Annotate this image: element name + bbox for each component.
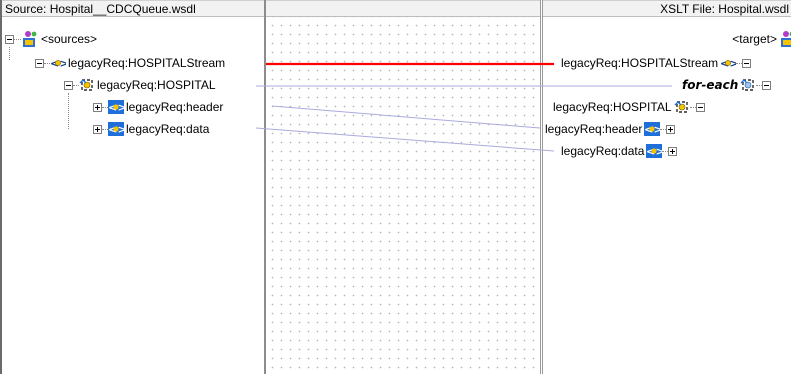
- tree-connector: [68, 93, 69, 129]
- tree-node-label: legacyReq:header: [545, 122, 643, 136]
- source-panel: Source: Hospital__CDCQueue.wsdl <sources…: [0, 0, 266, 374]
- tree-node-label: legacyReq:HOSPITALStream: [68, 56, 226, 70]
- target-panel-header: XSLT File: Hospital.wsdl: [543, 0, 791, 17]
- tree-node-sources[interactable]: <sources>: [5, 31, 99, 47]
- element-icon: < >: [50, 56, 69, 70]
- collapse-toggle[interactable]: [64, 80, 73, 90]
- tree-node-label: <sources>: [41, 32, 98, 46]
- tree-node-hospital[interactable]: legacyReq:HOSPITAL: [551, 99, 705, 115]
- tree-node-hospital[interactable]: legacyReq:HOSPITAL: [64, 77, 218, 93]
- collapse-toggle[interactable]: [742, 58, 752, 68]
- source-panel-header: Source: Hospital__CDCQueue.wsdl: [2, 0, 264, 17]
- expand-toggle[interactable]: [93, 124, 102, 134]
- repeating-element-icon: [674, 99, 690, 115]
- repeating-element-icon: [79, 77, 95, 93]
- tree-node-label: legacyReq:HOSPITALStream: [561, 56, 719, 70]
- for-each-icon: [740, 77, 756, 93]
- element-icon: < >: [720, 56, 739, 70]
- expand-toggle[interactable]: [668, 146, 678, 156]
- tree-node-header[interactable]: legacyReq:header < >: [543, 121, 676, 137]
- tree-node-hospitalstream[interactable]: legacyReq:HOSPITALStream < >: [559, 55, 752, 71]
- tree-node-data[interactable]: < > legacyReq:data: [93, 121, 211, 137]
- svg-text:>: >: [654, 123, 661, 136]
- mapping-canvas-header: [266, 0, 540, 17]
- collapse-toggle[interactable]: [695, 102, 705, 112]
- expand-toggle[interactable]: [93, 102, 102, 112]
- root-schema-icon: [21, 30, 39, 48]
- target-panel: XSLT File: Hospital.wsdl <target> legacy…: [540, 0, 791, 374]
- tree-node-target[interactable]: <target>: [730, 31, 791, 47]
- tree-node-label: legacyReq:data: [561, 144, 645, 158]
- element-icon: < >: [108, 100, 127, 114]
- element-icon: < >: [646, 144, 665, 158]
- root-schema-icon: [779, 30, 791, 48]
- element-icon: < >: [108, 122, 127, 136]
- expand-toggle[interactable]: [666, 124, 676, 134]
- tree-node-data[interactable]: legacyReq:data < >: [559, 143, 678, 159]
- tree-node-label: legacyReq:HOSPITAL: [97, 78, 216, 92]
- svg-text:>: >: [730, 57, 737, 70]
- tree-node-label: for-each: [682, 78, 739, 92]
- tree-node-label: <target>: [732, 32, 777, 46]
- tree-node-label: legacyReq:HOSPITAL: [553, 100, 672, 114]
- svg-text:>: >: [656, 145, 663, 158]
- mapping-canvas[interactable]: [266, 0, 540, 374]
- collapse-toggle[interactable]: [35, 58, 44, 68]
- tree-node-hospitalstream[interactable]: < > legacyReq:HOSPITALStream: [35, 55, 227, 71]
- tree-node-label: legacyReq:header: [126, 100, 224, 114]
- tree-node-label: legacyReq:data: [126, 122, 210, 136]
- collapse-toggle[interactable]: [762, 80, 772, 90]
- tree-connector: [14, 38, 21, 40]
- tree-node-header[interactable]: < > legacyReq:header: [93, 99, 225, 115]
- tree-connector: [9, 47, 10, 60]
- collapse-toggle[interactable]: [5, 34, 14, 44]
- element-icon: < >: [644, 122, 663, 136]
- tree-node-for-each[interactable]: for-each: [680, 77, 772, 93]
